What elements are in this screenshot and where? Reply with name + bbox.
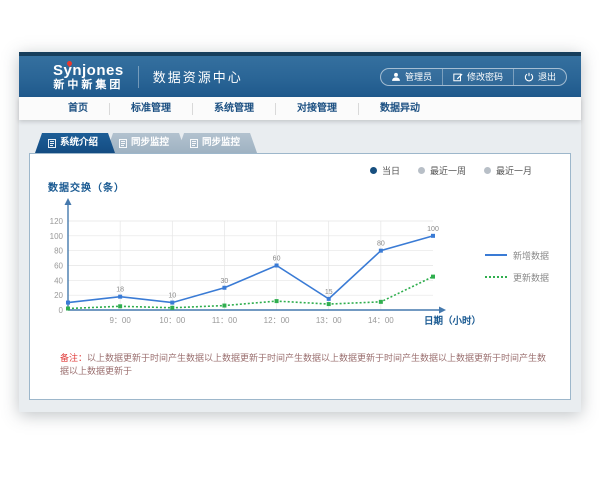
svg-text:80: 80 (54, 247, 63, 256)
svg-text:20: 20 (54, 291, 63, 300)
svg-text:60: 60 (273, 256, 281, 263)
radio-icon (484, 167, 491, 174)
exchange-line-chart: 0 20 40 60 80 100 120 9：00 10：00 11：00 12：00 13：00 1… (38, 196, 483, 336)
tab-bar: 系统介绍 同步监控 同步监控 (19, 133, 581, 153)
legend-label: 新增数据 (513, 249, 549, 262)
current-user-label: 管理员 (405, 70, 432, 83)
radio-icon (418, 167, 425, 174)
edit-icon (453, 72, 463, 82)
tab-0-active[interactable]: 系统介绍 (35, 133, 115, 153)
svg-text:9：00: 9：00 (109, 316, 131, 325)
svg-text:14：00: 14：00 (368, 316, 394, 325)
footnote: 备注：以上数据更新于时间产生数据以上数据更新于时间产生数据以上数据更新于时间产生… (60, 352, 570, 377)
time-filter-label: 最近一周 (430, 164, 466, 177)
legend-line-sample (485, 276, 507, 278)
svg-text:60: 60 (54, 262, 63, 271)
nav-menu: 首页标准管理系统管理对接管理数据异动 (19, 97, 581, 120)
svg-text:0: 0 (59, 306, 64, 315)
svg-text:80: 80 (377, 241, 385, 248)
company-logo[interactable]: Synjones 新中新集团 (53, 63, 124, 91)
chart-region: 0 20 40 60 80 100 120 9：00 10：00 11：00 12：00 13：00 1… (30, 196, 570, 336)
svg-text:100: 100 (427, 226, 439, 233)
svg-text:10: 10 (168, 293, 176, 300)
svg-text:15: 15 (325, 289, 333, 296)
chart-y-axis-title: 数据交换（条） (48, 179, 570, 194)
svg-text:日期（小时）: 日期（小时） (424, 315, 481, 327)
document-icon (190, 139, 198, 148)
svg-text:100: 100 (50, 232, 64, 241)
time-filter-label: 当日 (382, 164, 400, 177)
content-area: 系统介绍 同步监控 同步监控 当日 最近一周 最近一月 数据交换（条） 0 20 40 60 8… (19, 120, 581, 412)
tab-1[interactable]: 同步监控 (106, 133, 186, 153)
header-divider (138, 66, 139, 88)
nav-item-0[interactable]: 首页 (47, 103, 109, 115)
legend-label: 更新数据 (513, 271, 549, 284)
power-icon (524, 72, 534, 82)
legend-item-0: 新增数据 (485, 249, 568, 262)
app-title: 数据资源中心 (153, 67, 243, 86)
nav-item-1[interactable]: 标准管理 (109, 103, 192, 115)
legend-line-sample (485, 254, 507, 256)
time-filter-1[interactable]: 最近一周 (418, 164, 466, 177)
app-header: Synjones 新中新集团 数据资源中心 管理员 修改密码 (19, 56, 581, 97)
brand-group-name: 新中新集团 (53, 80, 124, 91)
nav-item-4[interactable]: 数据异动 (358, 103, 441, 115)
svg-text:40: 40 (54, 276, 63, 285)
change-password-button[interactable]: 修改密码 (442, 69, 513, 85)
footnote-text: 以上数据更新于时间产生数据以上数据更新于时间产生数据以上数据更新于时间产生数据以… (60, 353, 546, 376)
chart-legend: 新增数据更新数据 (483, 249, 568, 284)
svg-text:18: 18 (116, 287, 124, 294)
user-icon (391, 72, 401, 82)
tab-label: 系统介绍 (60, 133, 98, 153)
svg-text:120: 120 (50, 217, 64, 226)
svg-text:10：00: 10：00 (159, 316, 185, 325)
svg-text:13：00: 13：00 (316, 316, 342, 325)
radio-icon (370, 167, 377, 174)
tab-label: 同步监控 (131, 133, 169, 153)
svg-text:30: 30 (221, 278, 229, 285)
svg-text:11：00: 11：00 (212, 316, 238, 325)
system-intro-panel: 当日 最近一周 最近一月 数据交换（条） 0 20 40 60 80 100 120 9：00 10… (29, 153, 571, 400)
time-filter-group: 当日 最近一周 最近一月 (30, 154, 570, 177)
document-icon (119, 139, 127, 148)
nav-item-2[interactable]: 系统管理 (192, 103, 275, 115)
current-user-button[interactable]: 管理员 (381, 69, 442, 85)
legend-item-1: 更新数据 (485, 271, 568, 284)
change-password-label: 修改密码 (467, 70, 503, 83)
time-filter-2[interactable]: 最近一月 (484, 164, 532, 177)
time-filter-label: 最近一月 (496, 164, 532, 177)
tab-label: 同步监控 (202, 133, 240, 153)
svg-text:12：00: 12：00 (264, 316, 290, 325)
footnote-label: 备注： (60, 353, 87, 363)
app-window: Synjones 新中新集团 数据资源中心 管理员 修改密码 (19, 52, 581, 412)
logout-label: 退出 (538, 70, 556, 83)
tab-2[interactable]: 同步监控 (177, 133, 257, 153)
document-icon (48, 139, 56, 148)
logout-button[interactable]: 退出 (513, 69, 566, 85)
brand-name: Synjones (53, 63, 124, 78)
time-filter-0[interactable]: 当日 (370, 164, 400, 177)
user-toolbar: 管理员 修改密码 退出 (380, 68, 567, 86)
nav-item-3[interactable]: 对接管理 (275, 103, 358, 115)
